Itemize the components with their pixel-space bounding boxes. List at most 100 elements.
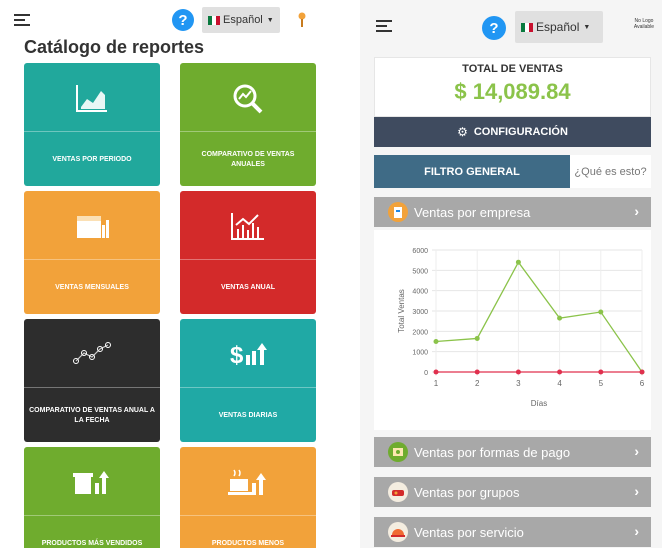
y-tick-label: 6000 <box>412 248 428 255</box>
tab-general-filter[interactable]: FILTRO GENERAL <box>374 155 570 188</box>
series-0-point <box>433 339 439 344</box>
series-1-point <box>515 369 521 375</box>
section-label: Ventas por empresa <box>414 204 531 220</box>
tile-divider <box>180 259 316 260</box>
series-0-point <box>557 315 563 321</box>
series-1-point <box>557 369 563 375</box>
y-tick-label: 2000 <box>412 329 428 336</box>
tile-label: VENTAS ANUAL <box>220 283 276 291</box>
chevron-right-icon: › <box>634 483 639 499</box>
payment-icon <box>388 442 408 462</box>
x-tick-label: 4 <box>557 379 562 388</box>
report-tile[interactable]: $ VENTAS DIARIAS <box>180 319 316 442</box>
mexico-flag-icon <box>208 15 220 25</box>
top-bar: ? Español ▼ No Logo Available <box>360 0 662 43</box>
chevron-right-icon: › <box>634 203 639 219</box>
sales-chart: 0 1000 2000 3000 4000 5000 6000 1 2 3 4 5 6 Total Ven… <box>374 230 651 430</box>
sales-dashboard-panel: ? Español ▼ No Logo Available TOTAL DE V… <box>360 0 662 548</box>
language-selector[interactable]: Español ▼ <box>202 7 280 33</box>
total-sales-value: $ 14,089.84 <box>454 79 571 104</box>
reports-catalog-panel: ? Español ▼ Catálogo de reportes VENTAS … <box>10 0 330 548</box>
series-0-point <box>515 259 521 265</box>
service-icon <box>388 522 408 542</box>
series-1-point <box>598 369 604 375</box>
report-tile[interactable]: PRODUCTOS MÁS VENDIDOS <box>24 447 160 548</box>
line-bars-chart-icon <box>180 191 316 261</box>
configuration-button[interactable]: ⚙ CONFIGURACIÓN <box>374 117 651 147</box>
tile-divider <box>180 387 316 388</box>
x-tick-label: 1 <box>434 379 439 388</box>
chevron-right-icon: › <box>634 443 639 459</box>
cup-chart-icon <box>24 447 160 517</box>
tile-divider <box>180 131 316 132</box>
tile-label: PRODUCTOS MENOS <box>211 539 285 547</box>
scatter-line-icon <box>24 319 160 389</box>
groups-icon <box>388 482 408 502</box>
coffee-chart-icon <box>180 447 316 517</box>
tile-label: COMPARATIVO DE VENTAS ANUALES <box>201 150 295 168</box>
tile-label: VENTAS POR PERIODO <box>52 155 132 163</box>
menu-icon[interactable] <box>376 20 392 32</box>
x-tick-label: 5 <box>599 379 604 388</box>
section-ventas-por-empresa[interactable]: Ventas por empresa › <box>374 197 651 227</box>
tile-divider <box>24 259 160 260</box>
language-label: Español <box>223 14 263 26</box>
x-tick-label: 2 <box>475 379 480 388</box>
report-tile[interactable]: VENTAS ANUAL <box>180 191 316 314</box>
sales-line-chart: 0 1000 2000 3000 4000 5000 6000 1 2 3 4 5 6 Total Ven… <box>397 248 645 408</box>
total-sales-card: TOTAL DE VENTAS $ 14,089.84 <box>374 57 651 117</box>
help-button[interactable]: ? <box>172 9 194 31</box>
section-label: Ventas por grupos <box>414 484 520 500</box>
tile-label: VENTAS DIARIAS <box>218 411 278 419</box>
section-label: Ventas por servicio <box>414 524 524 540</box>
x-axis-label: Días <box>531 399 547 408</box>
gear-icon: ⚙ <box>457 125 468 139</box>
report-tile[interactable]: COMPARATIVO DE VENTAS ANUALES <box>180 63 316 186</box>
total-sales-title: TOTAL DE VENTAS <box>462 63 563 75</box>
tile-divider <box>24 387 160 388</box>
section-ventas-por-formas-de-pago[interactable]: Ventas por formas de pago › <box>374 437 651 467</box>
tab-what-is-this[interactable]: ¿Qué es esto? <box>570 155 651 188</box>
filter-tabs: FILTRO GENERAL ¿Qué es esto? <box>374 155 651 188</box>
section-ventas-por-grupos[interactable]: Ventas por grupos › <box>374 477 651 507</box>
calendar-chart-icon <box>24 191 160 261</box>
top-bar: ? Español ▼ <box>10 0 330 40</box>
series-1-point <box>639 369 645 375</box>
company-icon <box>388 202 408 222</box>
company-logo: No Logo Available <box>633 18 655 30</box>
magnifier-chart-icon <box>180 63 316 133</box>
section-ventas-por-servicio[interactable]: Ventas por servicio › <box>374 517 651 547</box>
help-button[interactable]: ? <box>482 16 506 40</box>
language-selector[interactable]: Español ▼ <box>515 11 603 43</box>
tile-divider <box>180 515 316 516</box>
report-tile[interactable]: VENTAS MENSUALES <box>24 191 160 314</box>
tile-label: VENTAS MENSUALES <box>55 283 129 291</box>
report-tile[interactable]: COMPARATIVO DE VENTAS ANUAL A LA FECHA <box>24 319 160 442</box>
x-tick-label: 3 <box>516 379 521 388</box>
svg-text:$: $ <box>230 342 244 369</box>
y-tick-label: 0 <box>424 370 428 377</box>
series-0-point <box>598 309 604 315</box>
area-chart-icon <box>24 63 160 133</box>
pin-icon[interactable] <box>298 12 306 28</box>
series-0-point <box>474 335 480 341</box>
report-tile[interactable]: PRODUCTOS MENOS <box>180 447 316 548</box>
configuration-label: CONFIGURACIÓN <box>473 126 568 138</box>
y-tick-label: 4000 <box>412 289 428 296</box>
y-tick-label: 5000 <box>412 268 428 275</box>
y-tick-label: 3000 <box>412 309 428 316</box>
x-tick-label: 6 <box>640 379 645 388</box>
menu-icon[interactable] <box>14 14 30 26</box>
tile-divider <box>24 131 160 132</box>
report-tile[interactable]: VENTAS POR PERIODO <box>24 63 160 186</box>
y-axis-label: Total Ventas <box>397 289 406 333</box>
caret-down-icon: ▼ <box>266 16 274 24</box>
tile-divider <box>24 515 160 516</box>
chevron-right-icon: › <box>634 523 639 539</box>
page-title: Catálogo de reportes <box>24 37 205 57</box>
mexico-flag-icon <box>521 22 533 32</box>
section-label: Ventas por formas de pago <box>414 444 571 460</box>
tile-label: PRODUCTOS MÁS VENDIDOS <box>41 539 143 547</box>
tile-label: COMPARATIVO DE VENTAS ANUAL A LA FECHA <box>29 406 155 424</box>
series-1-point <box>433 369 439 375</box>
